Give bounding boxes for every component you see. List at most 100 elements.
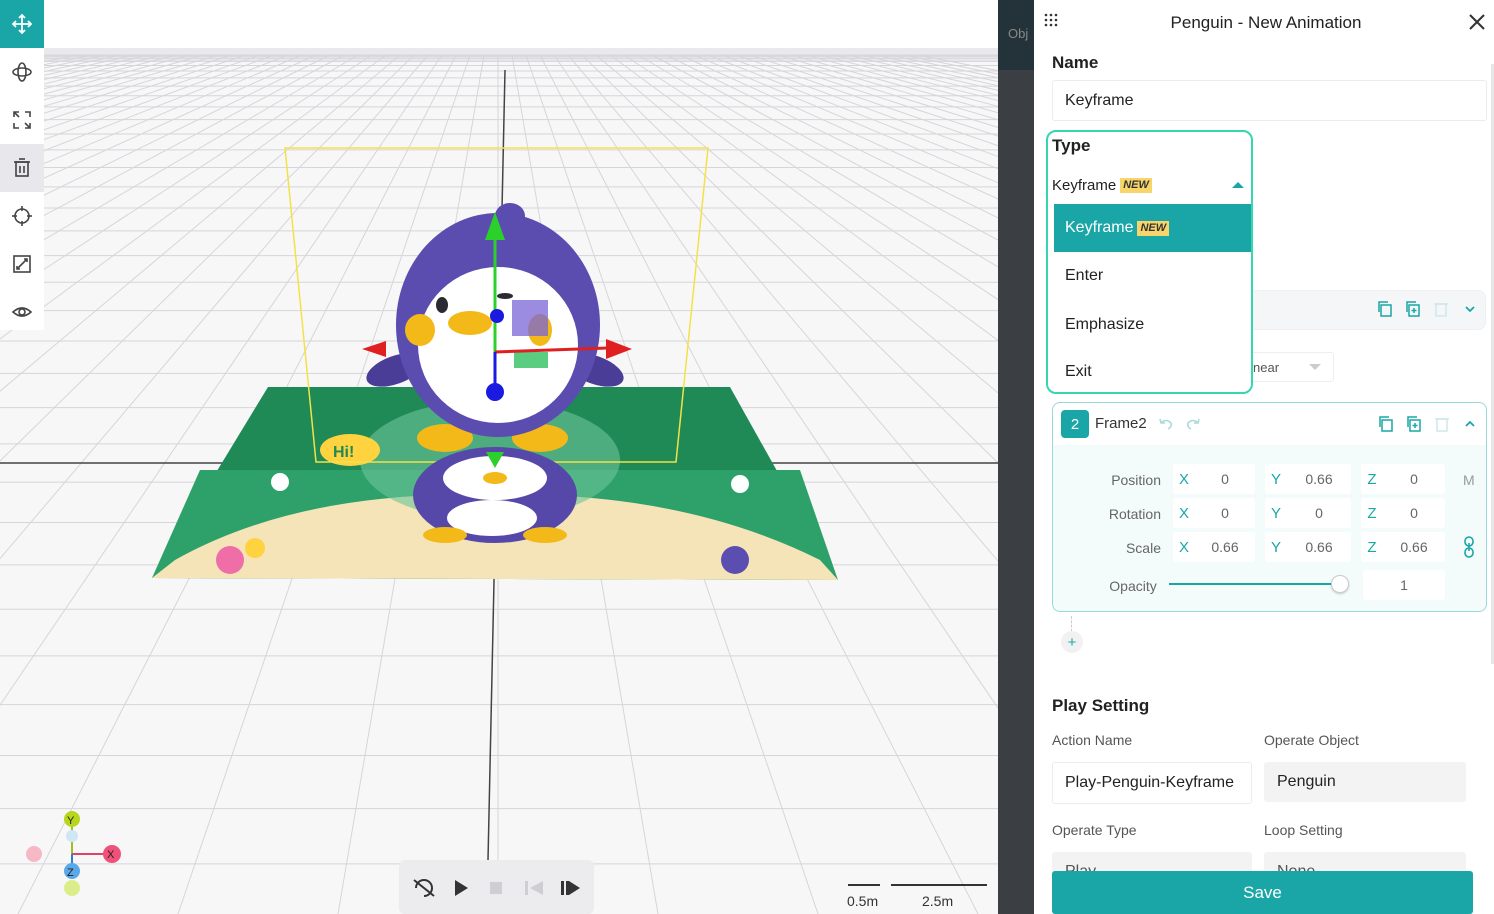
opacity-input[interactable]: 1 (1363, 570, 1445, 600)
axis-y-tag: Y (1270, 504, 1281, 522)
easing-value: near (1253, 359, 1280, 375)
loop-off-button[interactable] (413, 879, 435, 897)
option-label: Keyframe (1065, 219, 1134, 236)
scale-x-value: 0.66 (1211, 539, 1239, 555)
name-input[interactable]: Keyframe (1052, 80, 1487, 121)
move-tool-button[interactable] (0, 0, 44, 48)
save-button[interactable]: Save (1052, 871, 1473, 914)
close-icon[interactable] (1469, 14, 1485, 30)
undo-icon[interactable] (1157, 415, 1175, 433)
trash-icon[interactable] (1432, 300, 1450, 318)
trash-icon[interactable] (1433, 415, 1451, 433)
copy-icon[interactable] (1376, 300, 1394, 318)
scale-y-input[interactable]: Y 0.66 (1265, 532, 1351, 562)
position-x-input[interactable]: X0 (1173, 464, 1255, 494)
axis-z-tag: Z (1367, 538, 1377, 556)
loop-setting-label: Loop Setting (1264, 822, 1343, 838)
gizmo-x-neg-arrow[interactable] (362, 341, 386, 357)
frame2-index-badge: 2 (1061, 410, 1089, 438)
mat-hi-text: Hi! (333, 444, 354, 461)
opacity-value: 1 (1400, 577, 1408, 593)
axis-z-label: Z (67, 867, 74, 879)
scale-icon (13, 111, 31, 129)
objects-tab[interactable]: Obj (998, 0, 1034, 70)
type-option-keyframe[interactable]: Keyframe NEW (1054, 204, 1251, 252)
position-y-input[interactable]: Y 0.66 (1265, 464, 1351, 494)
axis-z-tag: Z (1367, 504, 1377, 522)
rotate-icon (12, 62, 32, 82)
add-frame-button[interactable]: + (1061, 631, 1083, 653)
eye-icon (11, 307, 33, 317)
type-option-exit[interactable]: Exit (1054, 350, 1251, 392)
chevron-down-icon[interactable] (1461, 300, 1479, 318)
fit-icon (13, 255, 31, 273)
rotation-y-input[interactable]: Y0 (1265, 498, 1351, 528)
delete-tool-button[interactable] (0, 144, 44, 192)
name-input-value: Keyframe (1065, 91, 1134, 109)
rotation-x-input[interactable]: X0 (1173, 498, 1255, 528)
position-y-value: 0.66 (1305, 471, 1333, 487)
action-name-label: Action Name (1052, 732, 1133, 748)
position-z-input[interactable]: Z0 (1361, 464, 1445, 494)
axis-y-tag: Y (1270, 470, 1281, 488)
scale-small-label: 0.5m (847, 893, 879, 909)
operate-object-label: Operate Object (1264, 732, 1359, 748)
opacity-label: Opacity (1109, 578, 1157, 594)
new-badge: NEW (1137, 220, 1170, 236)
copy-icon[interactable] (1377, 415, 1395, 433)
rotate-tool-button[interactable] (0, 48, 44, 96)
rotation-x-value: 0 (1221, 505, 1229, 521)
rotation-z-input[interactable]: Z0 (1361, 498, 1445, 528)
operate-object-value: Penguin (1277, 773, 1336, 790)
operate-object-field: Penguin (1264, 762, 1466, 802)
scale-x-input[interactable]: X 0.66 (1173, 532, 1255, 562)
target-icon (12, 206, 32, 226)
action-name-value: Play-Penguin-Keyframe (1065, 774, 1234, 791)
scale-z-input[interactable]: Z 0.66 (1361, 532, 1445, 562)
animation-panel: Penguin - New Animation Name Keyframe ne… (1034, 0, 1494, 914)
opacity-slider-track[interactable] (1169, 583, 1345, 585)
loop-off-icon (413, 879, 435, 897)
gizmo-z-handle[interactable] (486, 383, 504, 401)
type-dropdown: Type Keyframe NEW Keyframe NEW Enter Empha… (1046, 130, 1253, 394)
fit-tool-button[interactable] (0, 240, 44, 288)
rotation-y-value: 0 (1315, 505, 1323, 521)
panel-title: Penguin - New Animation (1170, 13, 1362, 32)
rotation-z-value: 0 (1410, 505, 1418, 521)
axis-x-tag: X (1178, 470, 1189, 488)
scale-tool-button[interactable] (0, 96, 44, 144)
name-label: Name (1052, 53, 1099, 72)
play-setting-heading: Play Setting (1052, 696, 1150, 715)
caret-up-icon (1232, 182, 1244, 188)
axis-x-label: X (107, 849, 115, 861)
stop-button[interactable] (490, 882, 502, 894)
option-label: Exit (1065, 363, 1092, 380)
redo-icon[interactable] (1184, 415, 1202, 433)
link-icon[interactable] (1462, 536, 1476, 558)
target-tool-button[interactable] (0, 192, 44, 240)
opacity-slider-handle[interactable] (1330, 575, 1349, 593)
visibility-tool-button[interactable] (0, 288, 44, 336)
caret-down-icon (1309, 364, 1321, 370)
duplicate-icon[interactable] (1404, 300, 1422, 318)
axis-x-tag: X (1178, 504, 1189, 522)
type-option-emphasize[interactable]: Emphasize (1054, 301, 1251, 349)
type-option-enter[interactable]: Enter (1054, 252, 1251, 300)
scene-viewport[interactable]: Hi! Y X Z 0.5m 2.5m (0, 0, 998, 914)
chevron-up-icon[interactable] (1461, 415, 1479, 433)
duplicate-icon[interactable] (1405, 415, 1423, 433)
rotation-label: Rotation (1108, 506, 1161, 522)
prev-frame-button[interactable] (525, 881, 543, 895)
option-label: Emphasize (1065, 316, 1145, 333)
unit-label: M (1463, 472, 1475, 488)
action-name-input[interactable]: Play-Penguin-Keyframe (1052, 762, 1252, 804)
panel-header: Penguin - New Animation (1034, 0, 1494, 44)
type-select[interactable]: Keyframe NEW (1052, 174, 1248, 196)
next-frame-button[interactable] (561, 881, 580, 895)
option-label: Enter (1065, 267, 1104, 284)
play-button[interactable] (455, 880, 468, 896)
position-z-value: 0 (1410, 471, 1418, 487)
scene-canvas[interactable]: Hi! Y X Z (0, 0, 998, 914)
easing-select[interactable]: near (1248, 352, 1334, 382)
scale-z-value: 0.66 (1400, 539, 1428, 555)
